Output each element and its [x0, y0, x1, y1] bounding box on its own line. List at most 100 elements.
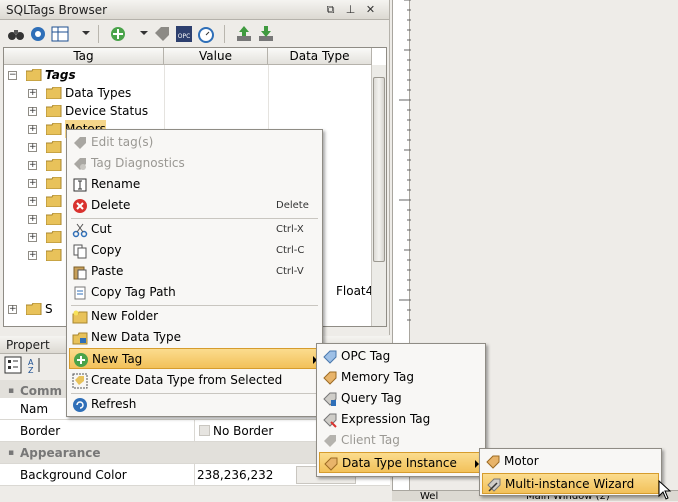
property-panel-title: Propert: [6, 338, 50, 352]
menu-item-cut[interactable]: Cut Ctrl-X: [69, 219, 320, 240]
menu-item-new-folder[interactable]: New Folder: [69, 306, 320, 327]
folder-icon: [46, 249, 62, 261]
menu-item-memory-tag[interactable]: Memory Tag: [319, 367, 483, 388]
menu-item-label: Copy Tag Path: [91, 285, 176, 299]
collapse-icon[interactable]: −: [8, 71, 17, 80]
menu-item-label: Multi-instance Wizard: [505, 477, 635, 491]
close-icon[interactable]: ✕: [364, 3, 377, 16]
toolbar-dropdown-arrow-icon[interactable]: [82, 31, 90, 35]
folder-icon: [46, 159, 62, 171]
wizard-icon: [487, 478, 501, 492]
tree-label: S: [45, 302, 53, 316]
expand-icon[interactable]: +: [8, 305, 17, 314]
browser-toolbar: OPC: [0, 21, 389, 47]
expand-icon[interactable]: +: [28, 143, 37, 152]
menu-shortcut: Delete: [276, 200, 309, 211]
menu-item-label: Refresh: [91, 397, 137, 411]
column-header-tag[interactable]: Tag: [4, 48, 164, 65]
diagnostics-icon: [74, 158, 86, 170]
menu-item-query-tag[interactable]: Query Tag: [319, 388, 483, 409]
menu-item-multi-instance-wizard[interactable]: Multi-instance Wizard: [482, 473, 659, 494]
tag-gray-icon[interactable]: [152, 24, 172, 44]
menu-item-expression-tag[interactable]: Expression Tag: [319, 409, 483, 430]
tag-context-menu: Edit tag(s) Tag Diagnostics Rename Delet…: [66, 129, 323, 417]
folder-icon: [46, 141, 62, 153]
expand-icon[interactable]: +: [28, 107, 37, 116]
property-divider: [194, 464, 195, 486]
table-grid-icon[interactable]: [50, 24, 70, 44]
tree-row-data-types[interactable]: + Data Types: [4, 84, 164, 102]
folder-icon: [46, 105, 62, 117]
collapse-icon[interactable]: ▪: [8, 442, 14, 464]
expand-icon[interactable]: +: [28, 215, 37, 224]
stopwatch-icon[interactable]: [196, 24, 216, 44]
folder-icon: [46, 195, 62, 207]
menu-item-paste[interactable]: Paste Ctrl-V: [69, 261, 320, 282]
menu-item-create-data-type-from-selected[interactable]: Create Data Type from Selected: [69, 370, 320, 391]
status-tab-welcome[interactable]: Wel: [420, 491, 438, 502]
new-tag-icon: [74, 353, 88, 367]
data-type-instance-icon: [324, 457, 338, 471]
pin-icon[interactable]: ⊥: [344, 3, 357, 16]
data-type-instance-submenu: Motor Multi-instance Wizard: [479, 448, 662, 496]
menu-item-opc-tag[interactable]: OPC Tag: [319, 346, 483, 367]
menu-item-client-tag[interactable]: Client Tag: [319, 430, 483, 451]
opc-icon[interactable]: OPC: [174, 24, 194, 44]
menu-item-data-type-instance[interactable]: Data Type Instance: [319, 452, 483, 473]
menu-item-label: Client Tag: [341, 433, 400, 447]
sort-alphabetical-icon[interactable]: AZ: [26, 356, 44, 374]
menu-item-rename[interactable]: Rename: [69, 174, 320, 195]
expand-icon[interactable]: +: [28, 89, 37, 98]
expand-icon[interactable]: +: [28, 233, 37, 242]
tree-vertical-scrollbar[interactable]: [371, 65, 386, 326]
panel-title-bar: SQLTags Browser ⧉ ⊥ ✕: [0, 0, 389, 20]
export-icon[interactable]: [234, 24, 254, 44]
menu-item-refresh[interactable]: Refresh: [69, 394, 320, 415]
menu-item-delete[interactable]: Delete Delete: [69, 195, 320, 216]
add-dropdown-arrow-icon[interactable]: [140, 31, 148, 35]
property-value[interactable]: 238,236,232: [197, 464, 273, 486]
menu-item-copy[interactable]: Copy Ctrl-C: [69, 240, 320, 261]
menu-item-label: Create Data Type from Selected: [91, 373, 283, 387]
folder-icon: [46, 87, 62, 99]
column-header-value[interactable]: Value: [164, 48, 268, 65]
expand-icon[interactable]: +: [28, 179, 37, 188]
menu-item-label: Edit tag(s): [91, 135, 154, 149]
scrollbar-thumb[interactable]: [373, 77, 385, 262]
tree-row-tags[interactable]: − Tags: [4, 66, 164, 84]
property-value[interactable]: No Border: [213, 420, 273, 442]
column-header-data-type[interactable]: Data Type: [268, 48, 372, 65]
menu-item-new-tag[interactable]: New Tag: [69, 348, 320, 369]
expression-tag-icon: [323, 413, 337, 428]
menu-item-label: Motor: [504, 454, 539, 468]
menu-item-label: Tag Diagnostics: [91, 156, 185, 170]
refresh-tags-icon[interactable]: [28, 24, 48, 44]
expand-icon[interactable]: +: [28, 161, 37, 170]
menu-item-motor[interactable]: Motor: [482, 451, 659, 472]
menu-item-new-data-type[interactable]: New Data Type: [69, 327, 320, 348]
binoculars-icon[interactable]: [6, 24, 26, 44]
client-tag-icon: [324, 435, 336, 447]
property-label: Nam: [20, 402, 49, 416]
toolbar-separator-2: [224, 25, 225, 43]
property-label: Background Color: [20, 468, 127, 482]
menu-item-label: New Data Type: [91, 330, 182, 344]
menu-item-label: Expression Tag: [341, 412, 431, 426]
expand-icon[interactable]: +: [28, 197, 37, 206]
border-swatch: [199, 425, 210, 436]
delete-icon: [73, 199, 87, 213]
query-tag-icon: [323, 392, 337, 406]
new-data-type-icon: [72, 332, 88, 345]
categorized-view-icon[interactable]: [4, 356, 22, 374]
tree-row-device-status[interactable]: + Device Status: [4, 102, 164, 120]
expand-icon[interactable]: +: [28, 125, 37, 134]
menu-item-copy-tag-path[interactable]: Copy Tag Path: [69, 282, 320, 303]
folder-icon: [46, 213, 62, 225]
expand-icon[interactable]: +: [28, 251, 37, 260]
menu-item-tag-diagnostics[interactable]: Tag Diagnostics: [69, 153, 320, 174]
float-icon[interactable]: ⧉: [324, 3, 337, 16]
menu-item-edit-tags[interactable]: Edit tag(s): [69, 132, 320, 153]
menu-item-label: Copy: [91, 243, 122, 257]
import-icon[interactable]: [256, 24, 276, 44]
add-tag-icon[interactable]: [108, 24, 128, 44]
